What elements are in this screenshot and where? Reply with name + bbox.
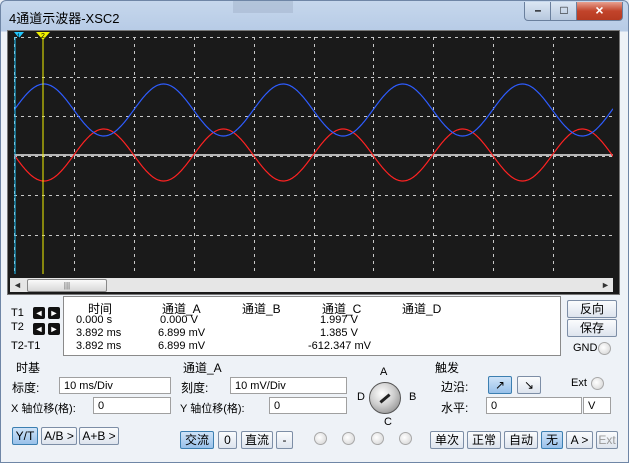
yt-mode-button[interactable]: Y/T [12, 427, 38, 445]
reverse-button[interactable]: 反向 [567, 300, 617, 318]
level-label: 水平: [441, 401, 469, 415]
timebase-scale-field[interactable]: 10 ms/Div [59, 377, 171, 394]
trigger-title: 触发 [435, 361, 460, 375]
row2-time: 3.892 ms [76, 327, 122, 339]
channel-scale-field[interactable]: 10 mV/Div [230, 377, 347, 394]
none-trigger-button[interactable]: 无 [541, 431, 563, 449]
row2-channel-c: 1.385 V [320, 327, 358, 339]
x-position-label: X 轴位移(格): [11, 403, 76, 415]
timebase-scale-label: 标度: [12, 381, 40, 395]
source-ext-trigger-button[interactable]: Ext [596, 431, 618, 449]
t1-label: T1 [11, 307, 24, 319]
rising-edge-button[interactable]: ↗ [488, 376, 512, 394]
channel-c-radio[interactable] [371, 432, 384, 445]
ext-label: Ext [571, 377, 587, 389]
t2-t1-label: T2-T1 [11, 340, 41, 352]
row1-channel-c: 1.997 V [320, 314, 358, 326]
horizontal-scrollbar[interactable]: ◄ ||| ► [10, 278, 613, 292]
scroll-thumb[interactable]: ||| [27, 279, 107, 292]
row3-channel-a: 6.899 mV [158, 340, 206, 352]
knob-label-c: C [384, 416, 392, 428]
normal-trigger-button[interactable]: 正常 [467, 431, 501, 449]
scope-display-frame: 1 2 ◄ ||| ► [7, 30, 620, 295]
row1-channel-a: 0.000 V [160, 314, 198, 326]
knob-label-d: D [357, 391, 365, 403]
level-field[interactable]: 0 [486, 397, 582, 414]
cursor-readout-table: 时间 通道_A 通道_B 通道_C 通道_D 0.000 s 0.000 V 1… [63, 296, 561, 356]
minimize-button[interactable]: – [524, 2, 552, 21]
t1-right-button[interactable]: ► [48, 307, 60, 319]
header-channel-b: 通道_B [242, 302, 281, 316]
scroll-right-icon[interactable]: ► [598, 278, 613, 292]
channel-title: 通道_A [183, 361, 222, 375]
maximize-button[interactable]: □ [550, 2, 578, 21]
header-channel-d: 通道_D [402, 302, 442, 316]
x-position-field[interactable]: 0 [93, 397, 171, 414]
cursor-2-marker-label: 2 [41, 33, 45, 40]
t2-label: T2 [11, 321, 24, 333]
save-button[interactable]: 保存 [567, 319, 617, 337]
knob-label-a: A [380, 366, 388, 378]
row1-time: 0.000 s [76, 314, 113, 326]
source-a-trigger-button[interactable]: A > [566, 431, 593, 449]
dc-coupling-button[interactable]: 直流 [241, 431, 273, 449]
edge-label: 边沿: [441, 380, 469, 394]
zero-coupling-button[interactable]: 0 [218, 431, 237, 449]
channel-scale-label: 刻度: [181, 381, 209, 395]
ext-trigger-radio[interactable] [591, 377, 604, 390]
ab-mode-button[interactable]: A/B > [41, 427, 77, 445]
a-plus-b-mode-button[interactable]: A+B > [79, 427, 119, 445]
timebase-title: 时基 [16, 361, 41, 375]
window-title: 4通道示波器-XSC2 [9, 11, 120, 26]
t1-left-button[interactable]: ◄ [33, 307, 45, 319]
row2-channel-a: 6.899 mV [158, 327, 206, 339]
close-icon: × [595, 2, 604, 18]
level-unit-field[interactable]: V [583, 397, 611, 414]
row3-channel-c: -612.347 mV [308, 340, 371, 352]
single-trigger-button[interactable]: 单次 [430, 431, 464, 449]
channel-d-radio[interactable] [399, 432, 412, 445]
close-button[interactable]: × [576, 2, 623, 21]
gnd-label: GND [573, 342, 598, 354]
knob-pointer-icon [379, 393, 391, 404]
t2-left-button[interactable]: ◄ [33, 323, 45, 335]
channel-a-radio[interactable] [314, 432, 327, 445]
channel-selector-knob[interactable] [369, 382, 401, 414]
maximize-icon: □ [560, 3, 568, 17]
channel-c-trace [14, 83, 613, 137]
falling-edge-button[interactable]: ↘ [517, 376, 541, 394]
row3-time: 3.892 ms [76, 340, 122, 352]
knob-label-b: B [409, 391, 417, 403]
scope-grid [14, 37, 613, 274]
invert-button[interactable]: - [276, 431, 293, 449]
ac-coupling-button[interactable]: 交流 [180, 431, 214, 449]
auto-trigger-button[interactable]: 自动 [504, 431, 538, 449]
cursor-markers[interactable]: 1 2 [11, 32, 71, 42]
t2-right-button[interactable]: ► [48, 323, 60, 335]
channel-b-radio[interactable] [342, 432, 355, 445]
title-bar-blur [233, 1, 293, 13]
y-position-field[interactable]: 0 [269, 397, 347, 414]
scope-waveform-svg [14, 37, 613, 274]
gnd-radio[interactable] [598, 342, 611, 355]
scope-screen[interactable] [14, 37, 613, 274]
minimize-icon: – [534, 3, 542, 17]
scroll-left-icon[interactable]: ◄ [10, 278, 25, 292]
y-position-label: Y 轴位移(格): [180, 403, 245, 415]
